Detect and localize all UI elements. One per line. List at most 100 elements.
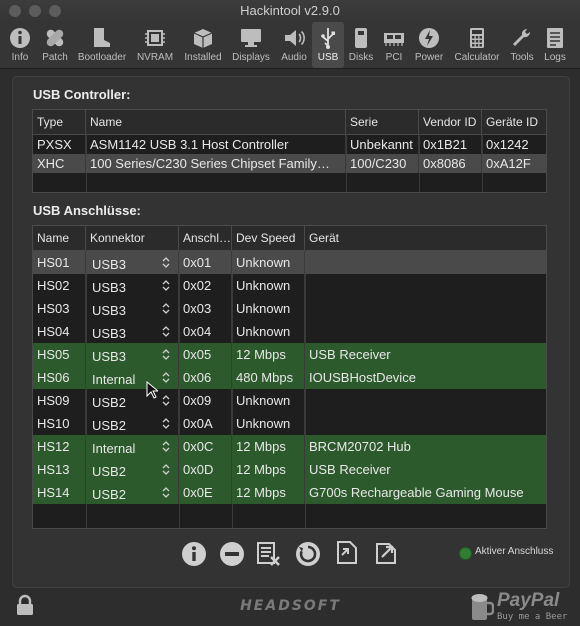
minimize-window-button[interactable] <box>29 5 41 17</box>
port-row[interactable]: HS12 Internal 0x0C 12 Mbps BRCM20702 Hub <box>33 435 546 458</box>
chevron-up-down-icon[interactable] <box>162 463 170 476</box>
port-row[interactable]: HS10 USB2 0x0A Unknown <box>33 412 546 435</box>
chevron-up-down-icon[interactable] <box>162 440 170 453</box>
controller-serie: Unbekannt <box>346 135 419 154</box>
toolbar-power[interactable]: Power <box>410 22 448 68</box>
port-address-text: 0x04 <box>183 324 212 339</box>
toolbar-installed[interactable]: Installed <box>180 22 226 68</box>
port-address-text: 0x05 <box>183 347 212 362</box>
port-address: 0x04 <box>179 320 232 343</box>
chevron-up-down-icon[interactable] <box>162 302 170 315</box>
port-connector-select[interactable]: Internal <box>86 366 179 389</box>
close-window-button[interactable] <box>9 5 21 17</box>
port-name: HS01 <box>33 251 86 274</box>
port-row[interactable]: HS04 USB3 0x04 Unknown <box>33 320 546 343</box>
column-header-name[interactable]: Name <box>86 110 346 134</box>
column-header-connector[interactable]: Konnektor <box>86 226 179 250</box>
controller-row[interactable]: PXSX ASM1142 USB 3.1 Host Controller Unb… <box>33 135 546 154</box>
lock-icon[interactable] <box>14 594 36 616</box>
toolbar-patch[interactable]: Patch <box>38 22 72 68</box>
controller-table-header: Type Name Serie Vendor ID Geräte ID <box>33 110 546 135</box>
port-connector-select[interactable]: USB2 <box>86 389 179 412</box>
paypal-donate-button[interactable]: PayPal Buy me a Beer <box>470 590 576 624</box>
port-dev-speed: 12 Mbps <box>232 458 305 481</box>
column-header-dev-speed[interactable]: Dev Speed <box>232 226 305 250</box>
port-row[interactable]: HS03 USB3 0x03 Unknown <box>33 297 546 320</box>
import-button[interactable] <box>334 539 360 565</box>
chevron-up-down-icon[interactable] <box>162 371 170 384</box>
port-row[interactable]: HS05 USB3 0x05 12 Mbps USB Receiver <box>33 343 546 366</box>
zoom-window-button[interactable] <box>49 5 61 17</box>
chevron-up-down-icon[interactable] <box>162 325 170 338</box>
column-header-device[interactable]: Gerät <box>305 226 546 250</box>
column-header-port[interactable]: Anschl… <box>179 226 232 250</box>
port-device-text: IOUSBHostDevice <box>309 370 416 385</box>
port-name: HS14 <box>33 481 86 504</box>
column-header-device-id[interactable]: Geräte ID <box>482 110 546 134</box>
chevron-up-down-icon[interactable] <box>162 417 170 430</box>
toolbar-pci[interactable]: PCI <box>379 22 409 68</box>
port-row[interactable]: HS13 USB2 0x0D 12 Mbps USB Receiver <box>33 458 546 481</box>
toolbar-audio[interactable]: Audio <box>276 22 312 68</box>
port-connector-select-text: USB2 <box>92 487 126 502</box>
port-dev-speed: 12 Mbps <box>232 435 305 458</box>
port-row[interactable]: HS09 USB2 0x09 Unknown <box>33 389 546 412</box>
column-header-type[interactable]: Type <box>33 110 86 134</box>
toolbar-disks[interactable]: Disks <box>345 22 377 68</box>
chevron-up-down-icon[interactable] <box>162 486 170 499</box>
toolbar-usb[interactable]: USB <box>312 22 344 68</box>
clear-list-button[interactable] <box>256 541 282 567</box>
port-device-text: USB Receiver <box>309 462 391 477</box>
remove-button[interactable] <box>219 541 245 567</box>
port-row[interactable]: HS02 USB3 0x02 Unknown <box>33 274 546 297</box>
toolbar-bootloader[interactable]: Bootloader <box>74 22 130 68</box>
port-connector-select[interactable]: USB2 <box>86 412 179 435</box>
toolbar-displays[interactable]: Displays <box>228 22 274 68</box>
port-address-text: 0x01 <box>183 255 212 270</box>
toolbar-logs[interactable]: Logs <box>540 22 570 68</box>
ports-table[interactable]: Name Konnektor Anschl… Dev Speed Gerät H… <box>32 225 547 529</box>
port-connector-select[interactable]: USB3 <box>86 251 179 274</box>
port-connector-select[interactable]: Internal <box>86 435 179 458</box>
column-header-serie[interactable]: Serie <box>346 110 419 134</box>
pci-icon <box>384 33 404 46</box>
toolbar-tools[interactable]: Tools <box>506 22 538 68</box>
info-button[interactable] <box>181 541 207 567</box>
chevron-up-down-icon[interactable] <box>162 348 170 361</box>
port-connector-select[interactable]: USB2 <box>86 458 179 481</box>
controller-table[interactable]: Type Name Serie Vendor ID Geräte ID PXSX… <box>32 109 547 193</box>
port-connector-select-text: USB3 <box>92 303 126 318</box>
port-name-text: HS05 <box>37 347 70 362</box>
info-icon <box>10 28 30 48</box>
port-row[interactable]: HS01 USB3 0x01 Unknown <box>33 251 546 274</box>
usb-controller-title: USB Controller: <box>33 87 131 102</box>
chevron-up-down-icon[interactable] <box>162 256 170 269</box>
controller-row[interactable]: XHC 100 Series/C230 Series Chipset Famil… <box>33 154 546 173</box>
wrench-icon <box>513 28 531 46</box>
port-dev-speed-text: 12 Mbps <box>236 485 286 500</box>
export-button[interactable] <box>373 539 399 565</box>
usb-icon <box>321 28 335 49</box>
port-connector-select[interactable]: USB3 <box>86 274 179 297</box>
port-device <box>305 320 546 343</box>
column-header-name[interactable]: Name <box>33 226 86 250</box>
port-connector-select[interactable]: USB3 <box>86 297 179 320</box>
toolbar-nvram[interactable]: NVRAM <box>132 22 178 68</box>
port-row[interactable]: HS14 USB2 0x0E 12 Mbps G700s Rechargeable Ga… <box>33 481 546 504</box>
chevron-up-down-icon[interactable] <box>162 279 170 292</box>
port-connector-select[interactable]: USB2 <box>86 481 179 504</box>
port-name-text: HS04 <box>37 324 70 339</box>
toolbar-info[interactable]: Info <box>4 22 36 68</box>
port-connector-select[interactable]: USB3 <box>86 320 179 343</box>
port-address-text: 0x0C <box>183 439 214 454</box>
column-header-vendor-id[interactable]: Vendor ID <box>419 110 482 134</box>
port-name: HS10 <box>33 412 86 435</box>
toolbar-calculator[interactable]: Calculator <box>450 22 504 68</box>
port-address-text: 0x03 <box>183 301 212 316</box>
refresh-button[interactable] <box>295 541 321 567</box>
port-connector-select[interactable]: USB3 <box>86 343 179 366</box>
port-address: 0x0A <box>179 412 232 435</box>
port-row[interactable]: HS06 Internal 0x06 480 Mbps IOUSBHostDevice <box>33 366 546 389</box>
port-device: G700s Rechargeable Gaming Mouse <box>305 481 546 504</box>
chevron-up-down-icon[interactable] <box>162 394 170 407</box>
